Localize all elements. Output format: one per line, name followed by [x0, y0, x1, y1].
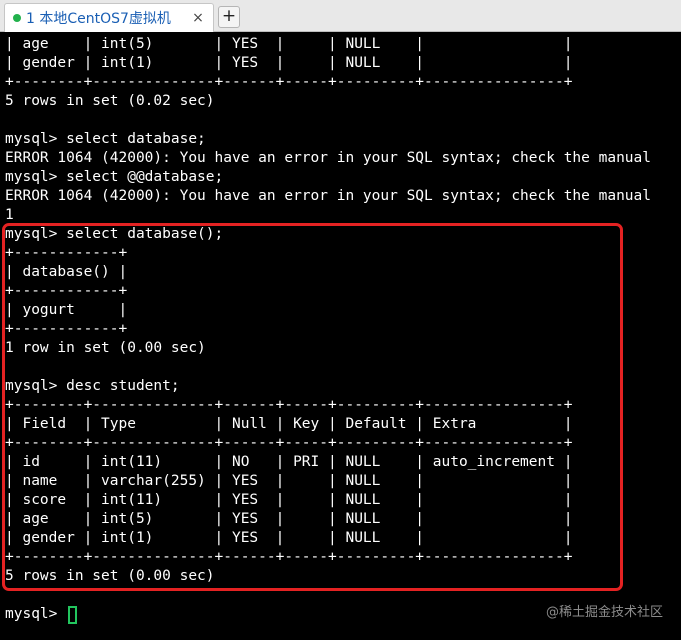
terminal-line: | database() | — [5, 264, 128, 280]
terminal-line: 5 rows in set (0.02 sec) — [5, 93, 215, 109]
terminal-line: mysql> select @@database; — [5, 169, 224, 185]
terminal-line: +--------+--------------+------+-----+--… — [5, 549, 573, 565]
new-tab-button[interactable]: + — [218, 6, 240, 28]
terminal-line: 1 row in set (0.00 sec) — [5, 340, 206, 356]
connection-status-icon — [13, 14, 21, 22]
terminal-line: | age | int(5) | YES | | NULL | | — [5, 511, 573, 527]
terminal-line: +--------+--------------+------+-----+--… — [5, 435, 573, 451]
terminal-line: 1 — [5, 207, 14, 223]
terminal-line: | score | int(11) | YES | | NULL | | — [5, 492, 573, 508]
text-cursor — [68, 606, 77, 624]
terminal-line: | gender | int(1) | YES | | NULL | | — [5, 530, 573, 546]
terminal-output[interactable]: | age | int(5) | YES | | NULL | | | gende… — [0, 33, 681, 640]
terminal-line: | id | int(11) | NO | PRI | NULL | auto_… — [5, 454, 573, 470]
terminal-line: ERROR 1064 (42000): You have an error in… — [5, 188, 652, 204]
terminal-line: mysql> select database(); — [5, 226, 224, 242]
terminal-line: | name | varchar(255) | YES | | NULL | | — [5, 473, 573, 489]
terminal-line: | Field | Type | Null | Key | Default | … — [5, 416, 573, 432]
watermark: @稀土掘金技术社区 — [545, 605, 663, 620]
terminal-line: +--------+--------------+------+-----+--… — [5, 74, 573, 90]
close-icon[interactable]: × — [189, 9, 207, 27]
session-tab[interactable]: 1 本地CentOS7虚拟机 × — [4, 3, 214, 32]
terminal-line: 5 rows in set (0.00 sec) — [5, 568, 215, 584]
tab-title: 1 本地CentOS7虚拟机 — [26, 11, 171, 27]
terminal-line: mysql> desc student; — [5, 378, 180, 394]
terminal-line: +------------+ — [5, 283, 128, 299]
terminal-line: ERROR 1064 (42000): You have an error in… — [5, 150, 652, 166]
terminal-line: | age | int(5) | YES | | NULL | | — [5, 36, 573, 52]
terminal-line: +------------+ — [5, 321, 128, 337]
terminal-line: | gender | int(1) | YES | | NULL | | — [5, 55, 573, 71]
terminal-line: | yogurt | — [5, 302, 128, 318]
tab-bar: 1 本地CentOS7虚拟机 × + — [0, 0, 681, 32]
terminal-line: +------------+ — [5, 245, 128, 261]
terminal-line: +--------+--------------+------+-----+--… — [5, 397, 573, 413]
terminal-line: mysql> — [5, 606, 67, 622]
terminal-line: mysql> select database; — [5, 131, 206, 147]
